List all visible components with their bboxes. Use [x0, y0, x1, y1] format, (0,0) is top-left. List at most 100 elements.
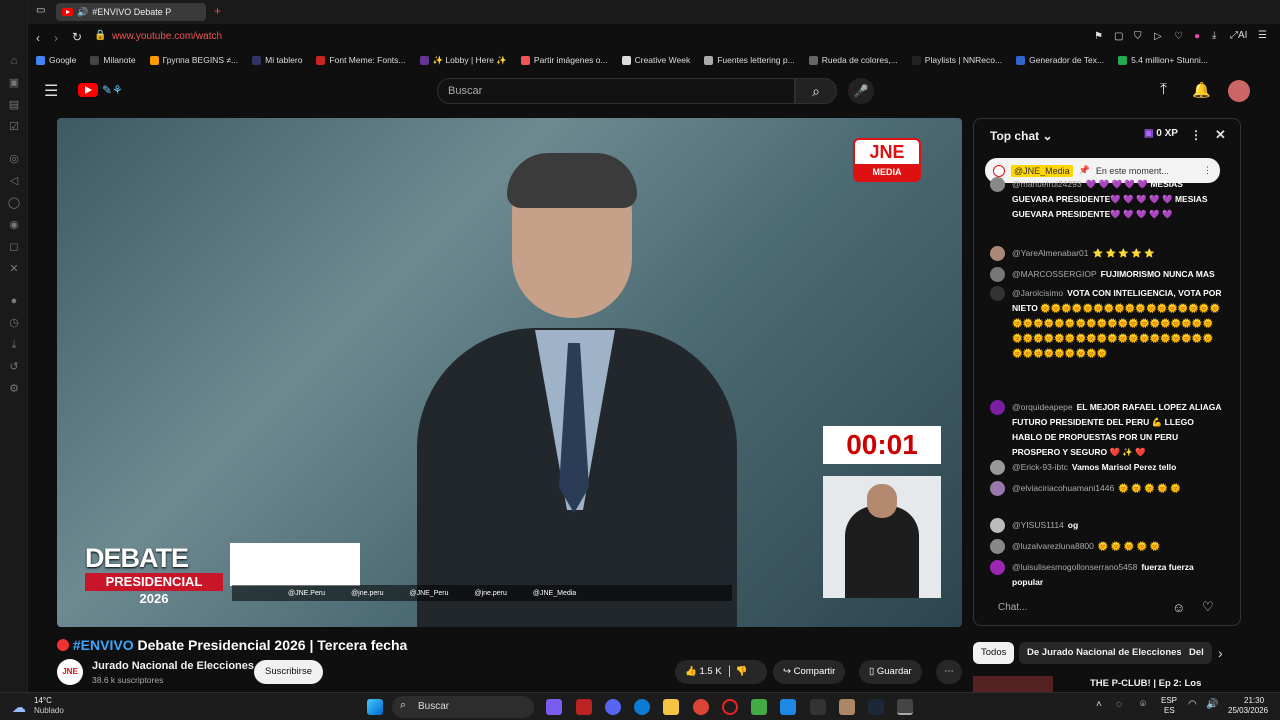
- chat-input[interactable]: Chat...: [988, 597, 1224, 619]
- chat-message[interactable]: @Erick-93-ibtc Vamos Marisol Perez tello: [990, 460, 1222, 478]
- recommendation-item[interactable]: THE P-CLUB! | Ep 2: Los: [973, 676, 1241, 692]
- opera-icon[interactable]: [722, 699, 738, 715]
- instagram-icon[interactable]: ◻: [7, 240, 21, 254]
- music-icon[interactable]: ●: [7, 294, 21, 308]
- check-icon[interactable]: ☑: [7, 120, 21, 134]
- avatar[interactable]: [1228, 80, 1250, 102]
- chat-message[interactable]: @elviaciriacohuamani1446 🌞 🌞 🌞 🌞 🌞: [990, 481, 1222, 515]
- bookmark-item[interactable]: ✨ Lobby | Here ✨: [419, 55, 507, 66]
- play-icon[interactable]: ▷: [1154, 31, 1162, 42]
- app-icon[interactable]: [810, 699, 826, 715]
- tray-icon[interactable]: ⌾: [1140, 699, 1146, 710]
- chat-avatar[interactable]: [990, 286, 1005, 301]
- like-dislike-button[interactable]: 👍 1.5 K │ 👎: [675, 660, 767, 684]
- snapshot-icon[interactable]: ▢: [1114, 31, 1123, 42]
- more-button[interactable]: ⋯: [936, 660, 962, 684]
- weather-icon[interactable]: ☁: [12, 699, 26, 716]
- upload-icon[interactable]: ⤒: [1160, 81, 1167, 99]
- url-field[interactable]: www.youtube.com/watch: [112, 31, 222, 42]
- top-chat-dropdown[interactable]: Top chat ⌄: [990, 129, 1053, 143]
- chat-avatar[interactable]: [990, 539, 1005, 554]
- chat-message[interactable]: @manuelrui24293 💜 💜 💜 💜 💜 MESIAS GUEVARA …: [990, 177, 1222, 241]
- chat-username[interactable]: @Jarolcisimo: [1012, 288, 1063, 298]
- tv-icon[interactable]: ▤: [7, 98, 21, 112]
- subscribe-button[interactable]: Suscribirse: [254, 660, 323, 684]
- chat-message[interactable]: @luzalvarezluna8800 🌞 🌞 🌞 🌞 🌞: [990, 539, 1222, 557]
- bell-icon[interactable]: 🔔: [1192, 81, 1211, 99]
- history-icon[interactable]: ↺: [7, 360, 21, 374]
- chat-username[interactable]: @orquideapepe: [1012, 402, 1073, 412]
- bookmark-item[interactable]: Rueda de colores,...: [808, 55, 898, 65]
- discord-icon[interactable]: ◉: [7, 218, 21, 232]
- taskbar-search[interactable]: Buscar: [392, 696, 534, 718]
- chat-username[interactable]: @luisulisesmogollonserrano5458: [1012, 562, 1137, 572]
- search-button[interactable]: ⌕: [795, 78, 837, 104]
- download-icon[interactable]: ⤓: [1212, 30, 1216, 41]
- app-icon[interactable]: [751, 699, 767, 715]
- discord-icon[interactable]: [605, 699, 621, 715]
- wifi-icon[interactable]: ◠: [1188, 699, 1197, 710]
- youtube-logo[interactable]: [78, 83, 98, 97]
- bookmark-item[interactable]: Fuentes lettering p...: [704, 55, 795, 65]
- copilot-icon[interactable]: [546, 699, 562, 715]
- chat-username[interactable]: @elviaciriacohuamani1446: [1012, 483, 1114, 493]
- steam-icon[interactable]: [868, 699, 884, 715]
- forward-icon[interactable]: ›: [54, 31, 58, 45]
- bookmark-item[interactable]: Группа BEGINS ≠...: [149, 55, 238, 65]
- telegram-icon[interactable]: ◁: [7, 174, 21, 188]
- volume-icon[interactable]: 🔊: [1206, 699, 1218, 710]
- chat-username[interactable]: @manuelrui24293: [1012, 179, 1082, 189]
- mic-button[interactable]: 🎤: [848, 78, 874, 104]
- clock-icon[interactable]: ◷: [7, 316, 21, 330]
- chat-username[interactable]: @MARCOSSERGIOP: [1012, 269, 1097, 279]
- bookmark-item[interactable]: 5.4 million+ Stunni...: [1118, 55, 1208, 65]
- chat-avatar[interactable]: [990, 560, 1005, 575]
- folder-icon[interactable]: [663, 699, 679, 715]
- back-icon[interactable]: ‹: [36, 31, 40, 45]
- chat-username[interactable]: @luzalvarezluna8800: [1012, 541, 1094, 551]
- home-icon[interactable]: ⌂: [7, 54, 21, 68]
- video-player[interactable]: JNE MEDIA 00:01 DEBATE PRESIDENCIAL 2026…: [57, 118, 962, 627]
- channel-avatar[interactable]: JNE: [57, 659, 83, 685]
- speaker-icon[interactable]: 🔊: [77, 7, 88, 18]
- extension-icon[interactable]: ⚑: [1094, 31, 1103, 42]
- ai-icon[interactable]: ⤢AI: [1230, 30, 1247, 41]
- bookmark-item[interactable]: Google: [36, 55, 76, 65]
- emoji-icon[interactable]: ☺: [1172, 600, 1185, 615]
- profile-icon[interactable]: ●: [1194, 31, 1200, 42]
- chat-avatar[interactable]: [990, 400, 1005, 415]
- save-button[interactable]: ▯ Guardar: [859, 660, 922, 684]
- chat-message[interactable]: @Jarolcisimo VOTA CON INTELIGENCIA, VOTA …: [990, 286, 1222, 396]
- chat-avatar[interactable]: [990, 481, 1005, 496]
- tab-menu-icon[interactable]: ▭: [36, 5, 45, 16]
- bookmark-item[interactable]: Partir imágenes o...: [520, 55, 608, 65]
- hamburger-icon[interactable]: ☰: [44, 81, 58, 101]
- bookmark-item[interactable]: Milanote: [90, 55, 136, 65]
- shield-icon[interactable]: ⛉: [1134, 31, 1142, 42]
- close-icon[interactable]: ✕: [1215, 127, 1226, 143]
- app-icon[interactable]: [576, 699, 592, 715]
- chat-message[interactable]: @orquideapepe EL MEJOR RAFAEL LOPEZ ALIAG…: [990, 400, 1222, 456]
- filter-chip[interactable]: De Jurado Nacional de Elecciones: [1019, 642, 1190, 664]
- bookmark-item[interactable]: Mi tablero: [252, 55, 302, 65]
- tray-icon[interactable]: ◌: [1116, 699, 1122, 710]
- chevron-right-icon[interactable]: ›: [1218, 645, 1223, 661]
- chat-username[interactable]: @YISUS1114: [1012, 520, 1064, 530]
- tab-active[interactable]: 🔊 #ENVIVO Debate P: [56, 3, 206, 21]
- bookmark-item[interactable]: Creative Week: [621, 55, 690, 65]
- bookmark-item[interactable]: Font Meme: Fonts...: [316, 55, 406, 65]
- edge-icon[interactable]: [634, 699, 650, 715]
- chat-avatar[interactable]: [990, 460, 1005, 475]
- bag-icon[interactable]: ▣: [7, 76, 21, 90]
- lang-region[interactable]: ES: [1164, 706, 1175, 715]
- app-icon[interactable]: [839, 699, 855, 715]
- settings-icon[interactable]: ⚙: [7, 382, 21, 396]
- menu-icon[interactable]: ☰: [1258, 30, 1267, 41]
- whatsapp-icon[interactable]: ◯: [7, 196, 21, 210]
- chat-avatar[interactable]: [990, 518, 1005, 533]
- chat-message[interactable]: @MARCOSSERGIOP FUJIMORISMO NUNCA MAS: [990, 267, 1222, 285]
- channel-name[interactable]: Jurado Nacional de Elecciones: [92, 660, 254, 672]
- lang-code[interactable]: ESP: [1161, 696, 1177, 705]
- chat-message[interactable]: @YISUS1114 og: [990, 518, 1222, 536]
- xp-badge[interactable]: ▣ 0 XP: [1144, 128, 1178, 139]
